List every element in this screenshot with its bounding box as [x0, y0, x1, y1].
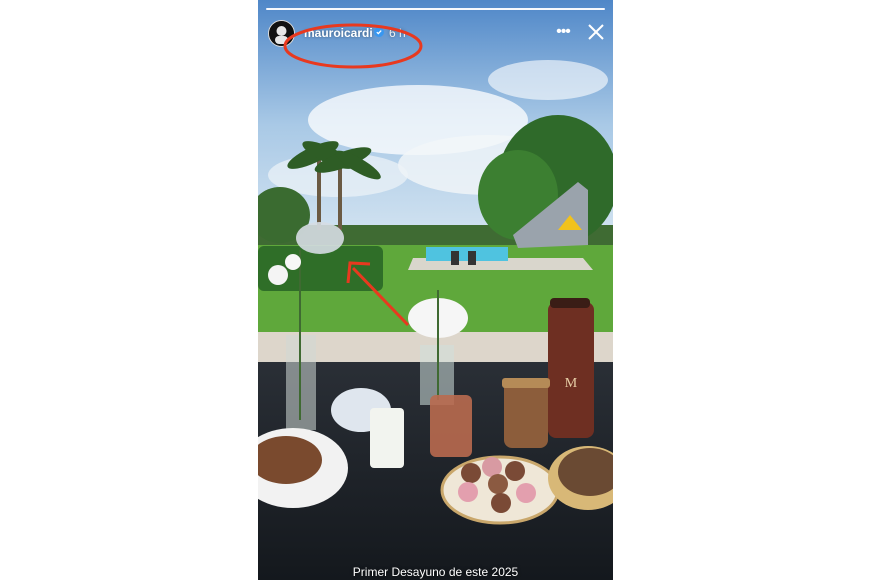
close-icon[interactable] [586, 22, 606, 42]
story-header: mauroicardi 6 h ••• [258, 14, 613, 69]
story-viewer[interactable]: M mauroicardi 6 h ••• Primer Desayuno de… [258, 0, 613, 580]
annotation-circle [283, 23, 423, 69]
svg-text:M: M [565, 376, 578, 391]
more-options-icon[interactable]: ••• [553, 22, 573, 42]
story-progress-bar [266, 8, 605, 10]
story-caption: Primer Desayuno de este 2025 [352, 565, 519, 579]
story-photo: M [258, 0, 613, 580]
